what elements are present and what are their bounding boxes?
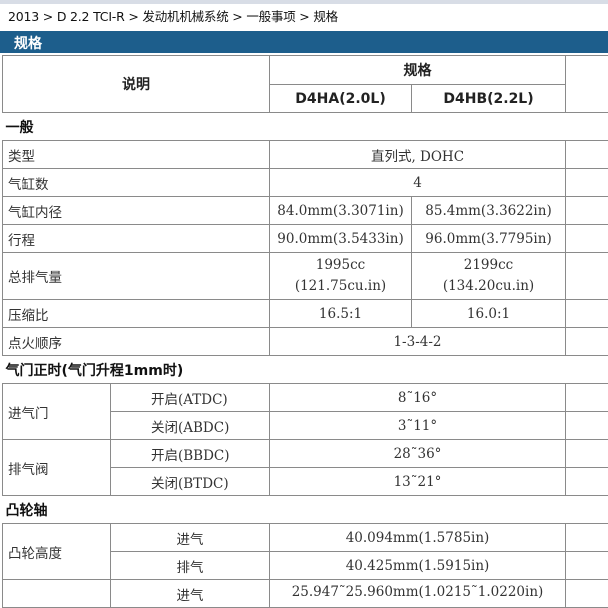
type-value: 直列式, DOHC — [270, 141, 566, 169]
extra-cell — [566, 412, 608, 440]
compression-b: 16.0:1 — [412, 300, 566, 328]
exhaust-close-label: 关闭(BTDC) — [111, 468, 270, 496]
section-camshaft: 凸轮轴 — [3, 496, 608, 524]
bore-b: 85.4mm(3.3622in) — [412, 197, 566, 225]
row-label-cam-lobe-height: 凸轮高度 — [3, 524, 111, 580]
displacement-a-cc: 1995cc — [270, 255, 411, 276]
extra-cell — [566, 328, 608, 356]
exhaust-close-value: 13˜21° — [270, 468, 566, 496]
bore-a: 84.0mm(3.3071in) — [270, 197, 412, 225]
row-label-type: 类型 — [3, 141, 270, 169]
extra-cell — [566, 141, 608, 169]
model-a-header: D4HA(2.0L) — [270, 85, 412, 113]
cam-intake-label: 进气 — [111, 524, 270, 552]
intake-open-value: 8˜16° — [270, 384, 566, 412]
extra-cell — [566, 300, 608, 328]
cam-exhaust-label: 排气 — [111, 552, 270, 580]
section-header-bar: 规格 — [0, 31, 608, 53]
row-label-firing-order: 点火顺序 — [3, 328, 270, 356]
displacement-b-cc: 2199cc — [412, 255, 565, 276]
journal-intake-label: 进气 — [111, 580, 270, 608]
row-label-displacement: 总排气量 — [3, 253, 270, 300]
row-label-stroke: 行程 — [3, 225, 270, 253]
spec-table: 说明 规格 D4HA(2.0L) D4HB(2.2L) 一般 类型 直列式, D… — [2, 55, 608, 608]
stroke-a: 90.0mm(3.5433in) — [270, 225, 412, 253]
cam-exhaust-value: 40.425mm(1.5915in) — [270, 552, 566, 580]
displacement-b-cuin: (134.20cu.in) — [412, 276, 565, 297]
section-general: 一般 — [3, 113, 608, 141]
model-b-header: D4HB(2.2L) — [412, 85, 566, 113]
extra-cell — [566, 552, 608, 580]
displacement-b: 2199cc (134.20cu.in) — [412, 253, 566, 300]
displacement-a: 1995cc (121.75cu.in) — [270, 253, 412, 300]
extra-cell — [566, 253, 608, 300]
extra-cell — [566, 468, 608, 496]
extra-cell — [566, 225, 608, 253]
extra-cell — [566, 580, 608, 608]
extra-cell — [566, 384, 608, 412]
intake-close-value: 3˜11° — [270, 412, 566, 440]
extra-cell — [566, 197, 608, 225]
desc-header: 说明 — [3, 56, 270, 113]
row-label-compression: 压缩比 — [3, 300, 270, 328]
spec-header: 规格 — [270, 56, 566, 85]
extra-column-cell — [566, 56, 608, 113]
intake-open-label: 开启(ATDC) — [111, 384, 270, 412]
extra-cell — [566, 169, 608, 197]
extra-cell — [566, 524, 608, 552]
journal-intake-value: 25.947˜25.960mm(1.0215˜1.0220in) — [270, 580, 566, 608]
compression-a: 16.5:1 — [270, 300, 412, 328]
exhaust-open-label: 开启(BBDC) — [111, 440, 270, 468]
row-label-cylinders: 气缸数 — [3, 169, 270, 197]
row-label-intake-valve: 进气门 — [3, 384, 111, 440]
breadcrumb[interactable]: 2013 > D 2.2 TCI-R > 发动机机械系统 > 一般事项 > 规格 — [8, 6, 338, 25]
intake-close-label: 关闭(ABDC) — [111, 412, 270, 440]
extra-cell — [566, 440, 608, 468]
cylinders-value: 4 — [270, 169, 566, 197]
exhaust-open-value: 28˜36° — [270, 440, 566, 468]
section-title: 规格 — [14, 33, 42, 53]
displacement-a-cuin: (121.75cu.in) — [270, 276, 411, 297]
cam-intake-value: 40.094mm(1.5785in) — [270, 524, 566, 552]
partial-label-cell — [3, 580, 111, 608]
top-edge-bar — [0, 0, 608, 4]
stroke-b: 96.0mm(3.7795in) — [412, 225, 566, 253]
section-valve-timing: 气门正时(气门升程1mm时) — [3, 356, 608, 384]
row-label-exhaust-valve: 排气阀 — [3, 440, 111, 496]
firing-order-value: 1-3-4-2 — [270, 328, 566, 356]
row-label-bore: 气缸内径 — [3, 197, 270, 225]
